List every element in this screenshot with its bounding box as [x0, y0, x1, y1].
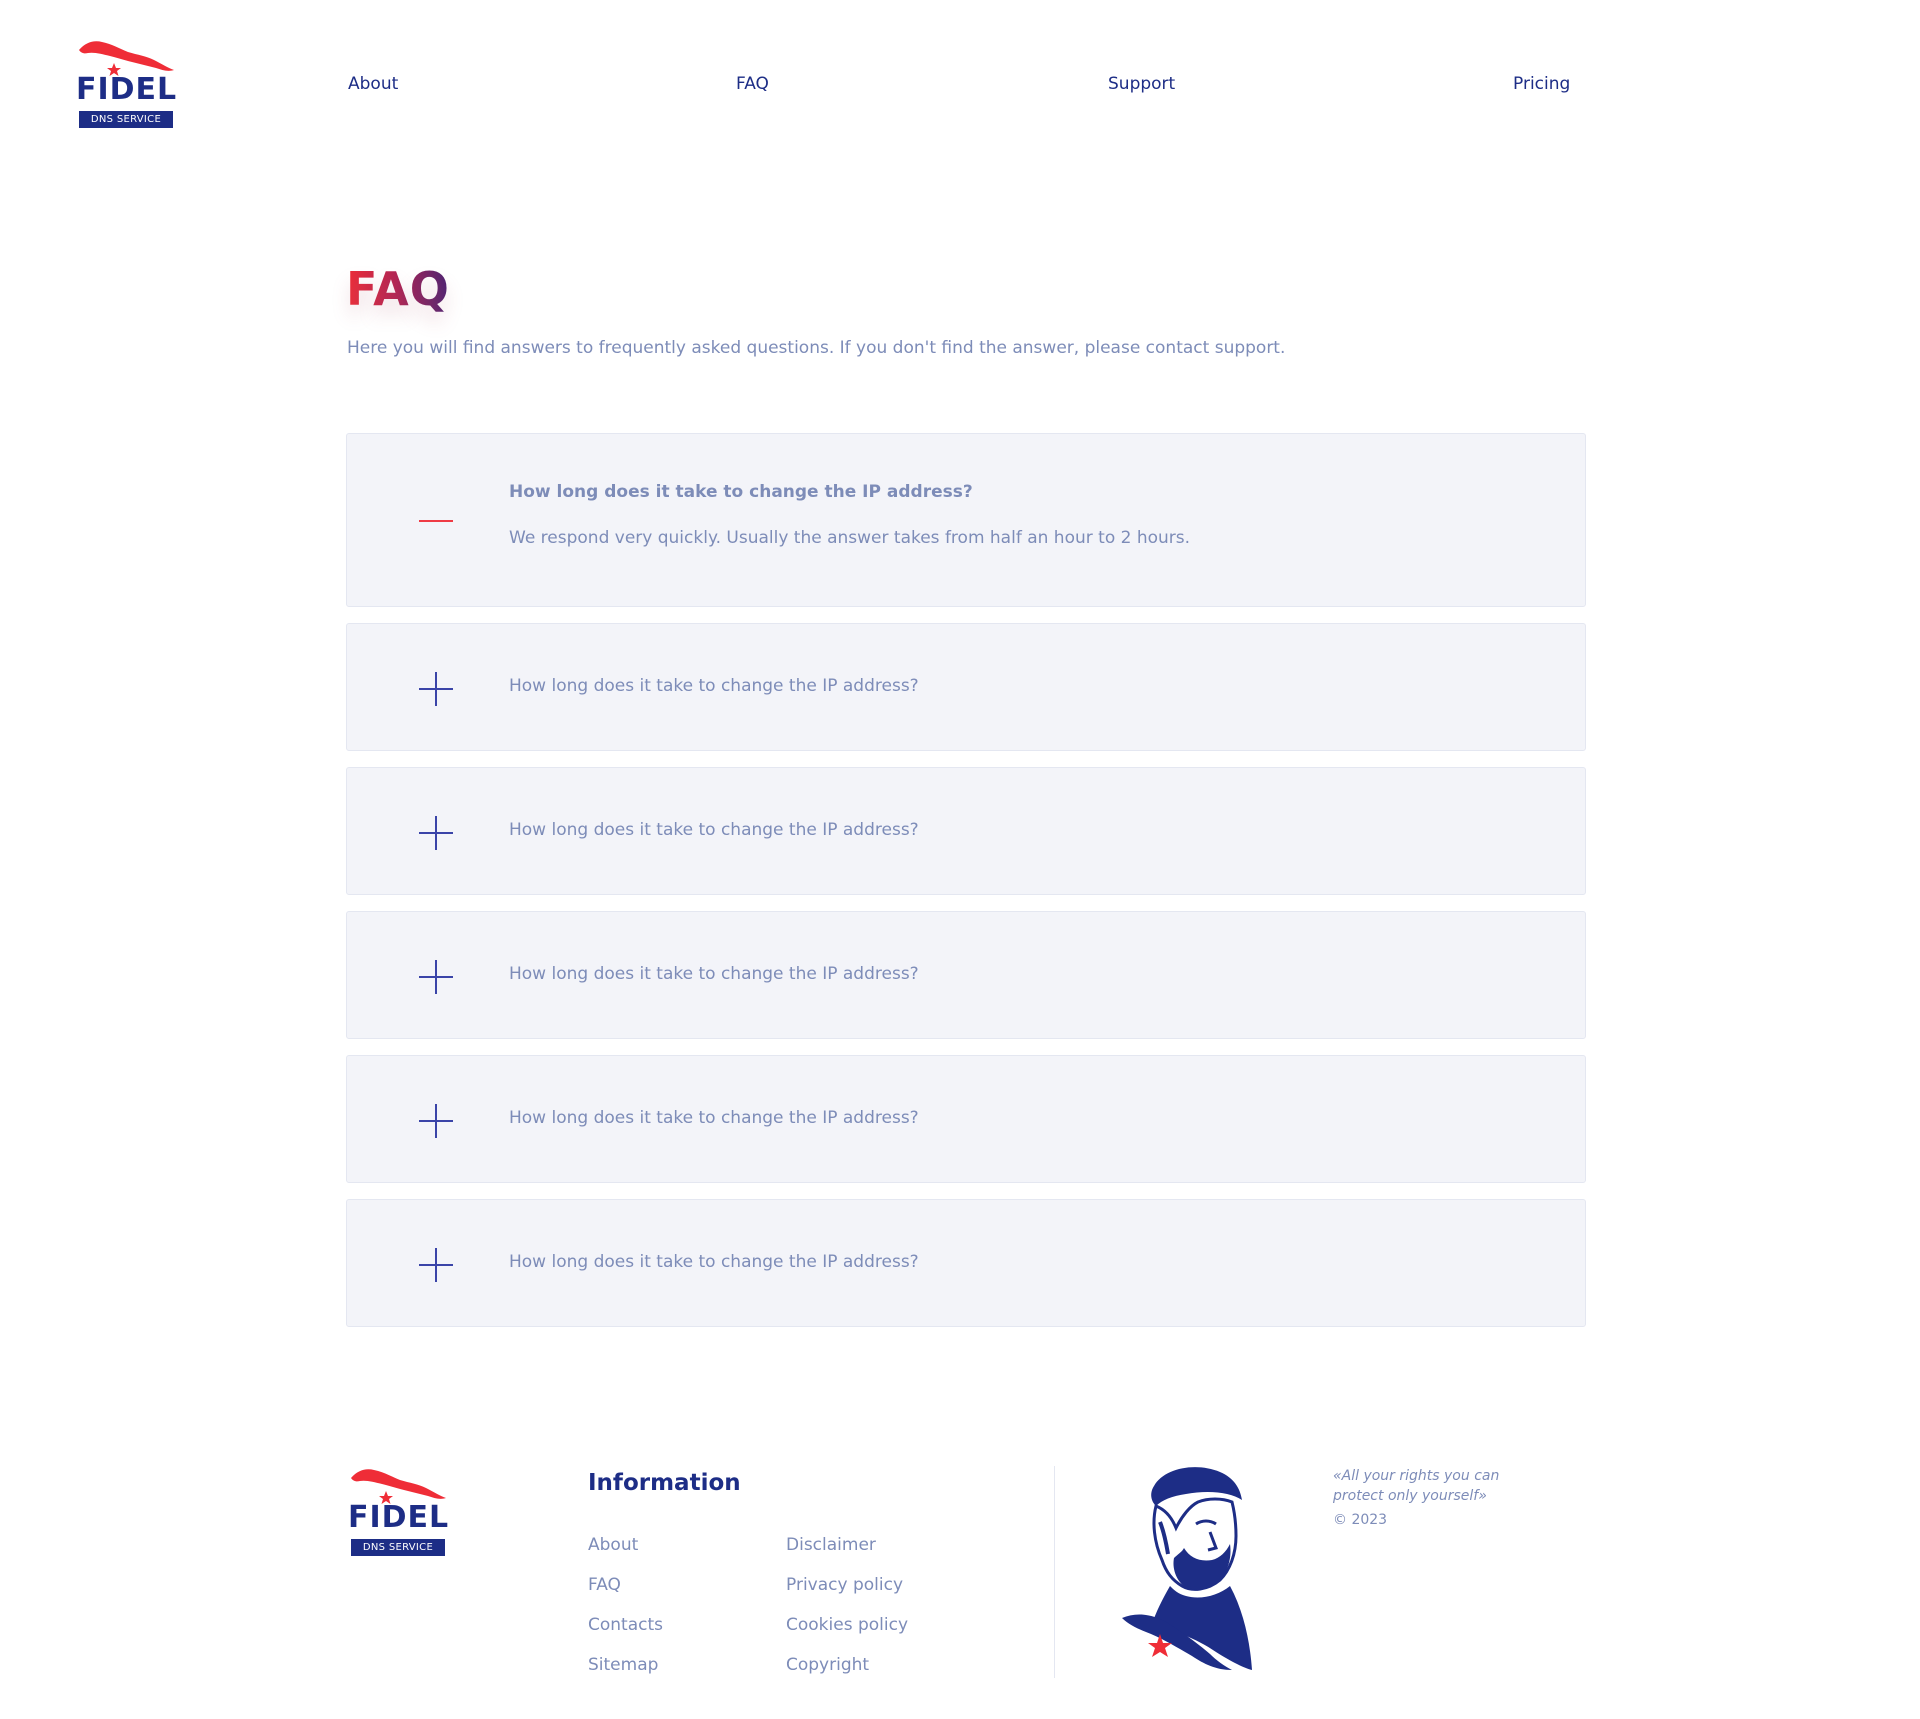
plus-icon[interactable] [419, 1104, 453, 1138]
plus-icon[interactable] [419, 672, 453, 706]
faq-item[interactable]: How long does it take to change the IP a… [346, 433, 1586, 607]
faq-item[interactable]: How long does it take to change the IP a… [346, 1055, 1586, 1183]
nav-link-pricing[interactable]: Pricing [1513, 74, 1570, 94]
footer-link-disclaimer[interactable]: Disclaimer [786, 1525, 908, 1565]
footer-copyright: © 2023 [1333, 1512, 1388, 1528]
faq-question: How long does it take to change the IP a… [509, 820, 919, 840]
footer-link-cookies-policy[interactable]: Cookies policy [786, 1605, 908, 1645]
logo-wordmark: FIDEL [348, 1500, 450, 1535]
faq-answer: We respond very quickly. Usually the ans… [509, 528, 1191, 548]
nav-link-faq[interactable]: FAQ [736, 74, 769, 94]
faq-question: How long does it take to change the IP a… [509, 1252, 919, 1272]
faq-question: How long does it take to change the IP a… [509, 482, 973, 502]
footer-links-column-2: Disclaimer Privacy policy Cookies policy… [786, 1525, 908, 1685]
footer-links-column-1: About FAQ Contacts Sitemap [588, 1525, 663, 1685]
fidel-portrait-illustration [1122, 1467, 1252, 1670]
footer-heading: Information [588, 1470, 741, 1496]
footer-link-copyright[interactable]: Copyright [786, 1645, 908, 1685]
faq-item[interactable]: How long does it take to change the IP a… [346, 911, 1586, 1039]
footer-link-about[interactable]: About [588, 1525, 663, 1565]
footer-link-sitemap[interactable]: Sitemap [588, 1645, 663, 1685]
footer-logo[interactable]: FIDEL DNS SERVICE [348, 1464, 448, 1560]
footer-link-contacts[interactable]: Contacts [588, 1605, 663, 1645]
faq-item[interactable]: How long does it take to change the IP a… [346, 623, 1586, 751]
page-title: FAQ [346, 262, 450, 316]
logo-tagline: DNS SERVICE [351, 1539, 445, 1556]
faq-item[interactable]: How long does it take to change the IP a… [346, 1199, 1586, 1327]
logo-wordmark: FIDEL [76, 72, 178, 107]
footer-divider [1054, 1466, 1055, 1678]
plus-icon[interactable] [419, 1248, 453, 1282]
faq-question: How long does it take to change the IP a… [509, 964, 919, 984]
footer-link-faq[interactable]: FAQ [588, 1565, 663, 1605]
plus-icon[interactable] [419, 960, 453, 994]
plus-icon[interactable] [419, 816, 453, 850]
footer-quote: «All your rights you can protect only yo… [1333, 1468, 1500, 1504]
minus-icon[interactable] [419, 504, 453, 538]
logo-tagline: DNS SERVICE [79, 111, 173, 128]
page-subtitle: Here you will find answers to frequently… [347, 338, 1286, 358]
faq-question: How long does it take to change the IP a… [509, 1108, 919, 1128]
footer-link-privacy-policy[interactable]: Privacy policy [786, 1565, 908, 1605]
nav-link-about[interactable]: About [348, 74, 398, 94]
faq-accordion: How long does it take to change the IP a… [346, 433, 1586, 1343]
faq-question: How long does it take to change the IP a… [509, 676, 919, 696]
faq-item[interactable]: How long does it take to change the IP a… [346, 767, 1586, 895]
header-logo[interactable]: FIDEL DNS SERVICE [76, 36, 176, 132]
nav-link-support[interactable]: Support [1108, 74, 1175, 94]
